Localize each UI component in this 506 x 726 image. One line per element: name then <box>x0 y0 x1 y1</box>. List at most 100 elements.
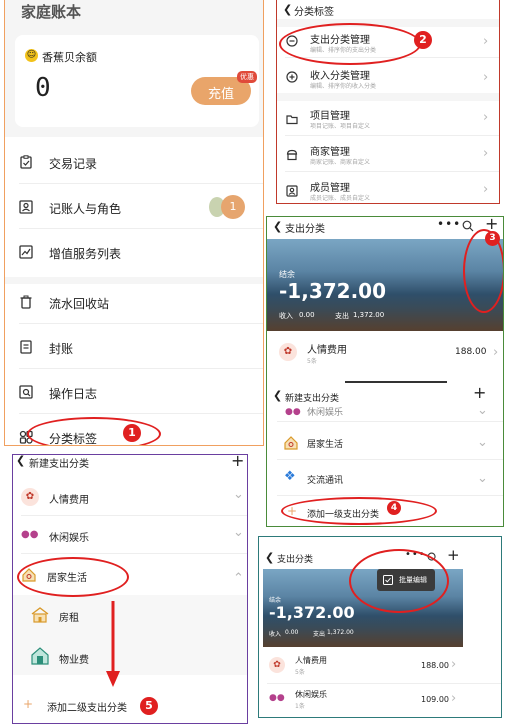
batch-expense-label: 支出 <box>313 631 326 638</box>
l2-item-label: 人情费用 <box>49 495 89 506</box>
search-icon[interactable] <box>462 220 474 232</box>
panel-new-subcategory: ❮ 新建支出分类 + ✿ 人情费用 ⌄ ●● 休闲娱乐 ⌄ 居家生活 ⌃ 房租 … <box>12 454 248 724</box>
divider <box>19 368 263 369</box>
gamepad-icon: ●● <box>21 529 39 540</box>
tags-sub-members: 成员记账、成员自定义 <box>310 195 371 202</box>
chevron-down-icon: ⌄ <box>233 525 244 540</box>
menu-label-transactions: 交易记录 <box>49 157 98 171</box>
page-title: 家庭账本 <box>21 3 82 21</box>
log-icon <box>19 385 33 399</box>
plus-circle-icon <box>286 71 298 83</box>
balance-label: 香蕉贝余额 <box>42 51 97 64</box>
folder-icon <box>286 115 298 125</box>
back-arrow-icon[interactable]: ❮ <box>16 455 25 467</box>
ledger-icon <box>20 340 32 354</box>
recharge-button-label: 充值 <box>208 87 235 102</box>
divider <box>277 459 503 460</box>
batch-item-amount: 109.00 <box>421 695 449 704</box>
member-icon <box>286 185 298 197</box>
hero-expense-value: 1,372.00 <box>353 311 385 319</box>
add-icon[interactable]: + <box>473 383 486 402</box>
member-count-badge: 1 <box>221 195 245 219</box>
tags-label-merchants: 商家管理 <box>310 147 350 158</box>
highlight-batch-edit <box>349 549 449 613</box>
tags-label-members: 成员管理 <box>310 183 350 194</box>
chevron-down-icon: ⌄ <box>233 487 244 502</box>
highlight-home-category <box>17 557 129 597</box>
menu-label-value-services: 增值服务列表 <box>49 247 122 261</box>
signal-icon: ❖ <box>284 469 296 484</box>
more-icon[interactable]: ••• <box>437 217 461 231</box>
tags-sub-projects: 项目记账、项目自定义 <box>310 123 371 130</box>
batch-balance-value: -1,372.00 <box>269 603 355 622</box>
panel-batch-title: 支出分类 <box>277 555 314 565</box>
new-category-sheet: ❮ 新建支出分类 + ●● 休闲娱乐 ⌄ 居家生活 ⌄ ❖ 交流通讯 ⌄ + 添… <box>267 383 503 526</box>
chevron-right-icon: › <box>483 182 489 197</box>
l2-sub-label: 物业费 <box>59 655 89 666</box>
home-icon <box>284 436 298 450</box>
batch-item-amount: 188.00 <box>421 661 449 670</box>
divider <box>267 683 501 684</box>
panel-family-ledger: 家庭账本 ☺ 香蕉贝余额 0 充值 优惠 交易记录 记账人与角色 1 增值服务列… <box>4 0 264 446</box>
hero-income-label: 收入 <box>279 312 293 320</box>
shop-icon <box>286 149 298 161</box>
divider <box>19 228 263 229</box>
balance-value: 0 <box>35 73 51 103</box>
back-arrow-icon[interactable]: ❮ <box>265 551 274 564</box>
gift-icon: ✿ <box>21 488 39 506</box>
add-icon[interactable]: + <box>231 455 244 470</box>
batch-income-label: 收入 <box>269 631 282 638</box>
hero-expense-label: 支出 <box>335 312 349 320</box>
panel-batch-edit: ❮ 支出分类 ••• + 结余 -1,372.00 收入 0.00 支出 1,3… <box>258 536 502 718</box>
batch-expense-value: 1,372.00 <box>327 629 354 636</box>
divider <box>277 421 503 422</box>
chevron-right-icon: › <box>451 691 457 706</box>
menu-label-bookkeepers: 记账人与角色 <box>49 202 122 216</box>
divider <box>285 135 499 136</box>
back-arrow-icon[interactable]: ❮ <box>273 389 282 402</box>
building-icon <box>31 647 49 665</box>
clipboard-icon <box>20 155 32 169</box>
divider <box>277 495 503 496</box>
chevron-right-icon: › <box>483 34 489 49</box>
gift-icon: ✿ <box>269 657 285 673</box>
panel-tags-title: 分类标签 <box>294 7 334 18</box>
back-arrow-icon[interactable]: ❮ <box>283 3 292 16</box>
step-badge-5: 5 <box>140 697 158 715</box>
batch-item-count: 1条 <box>295 703 305 710</box>
divider <box>21 515 247 516</box>
batch-income-value: 0.00 <box>285 629 299 636</box>
batch-item-count: 5条 <box>295 669 305 676</box>
chevron-right-icon: › <box>493 345 499 360</box>
plus-icon: + <box>23 697 34 711</box>
chevron-right-icon: › <box>451 657 457 672</box>
panel-expense-title: 支出分类 <box>285 224 325 235</box>
back-arrow-icon[interactable]: ❮ <box>273 220 282 233</box>
chevron-right-icon: › <box>483 70 489 85</box>
divider <box>19 323 263 324</box>
arrow-down-indicator <box>106 601 120 687</box>
expense-item-count: 5条 <box>307 358 317 365</box>
chevron-right-icon: › <box>483 146 489 161</box>
expense-item-label: 人情费用 <box>307 345 347 356</box>
chevron-right-icon: › <box>483 110 489 125</box>
hero-income-value: 0.00 <box>299 311 315 319</box>
menu-label-close-books: 封账 <box>49 342 74 356</box>
section-gap <box>277 93 499 101</box>
panel-category-tags: ❮ 分类标签 支出分类管理 编辑、排序你的支出分类 › 收入分类管理 编辑、排序… <box>276 0 500 204</box>
add-icon[interactable]: + <box>447 546 460 564</box>
divider <box>19 413 263 414</box>
l2-sub-label: 房租 <box>59 613 79 624</box>
expense-item-amount: 188.00 <box>455 347 487 357</box>
batch-item-label: 休闲娱乐 <box>295 690 327 699</box>
chevron-down-icon: ⌄ <box>477 435 488 450</box>
gift-icon: ✿ <box>279 343 297 361</box>
divider <box>19 183 263 184</box>
new-sheet-title: 新建支出分类 <box>285 394 340 404</box>
new-item-label: 居家生活 <box>307 440 344 450</box>
hero-balance-value: -1,372.00 <box>279 279 386 303</box>
step-badge-4: 4 <box>387 501 401 515</box>
sheet-divider-line <box>345 381 447 383</box>
menu-label-recycle-bin: 流水回收站 <box>49 297 110 311</box>
step-badge-1: 1 <box>123 424 141 442</box>
